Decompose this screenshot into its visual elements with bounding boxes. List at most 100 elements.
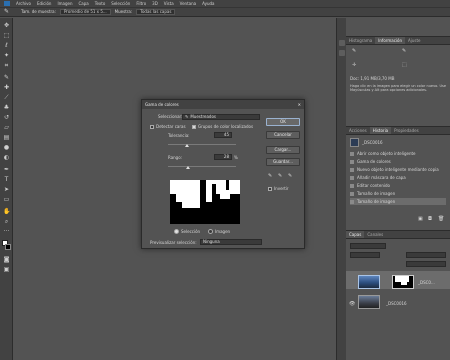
cancel-button[interactable]: Cancelar	[266, 131, 300, 139]
menu-capa[interactable]: Capa	[79, 1, 89, 6]
menu-filtro[interactable]: Filtro	[136, 1, 146, 6]
eyedropper-icon[interactable]: ✎	[268, 174, 272, 179]
eyedropper-minus-icon[interactable]: ✎	[288, 174, 292, 179]
properties-panel-icon[interactable]	[339, 50, 345, 56]
tab-histogram[interactable]: Histograma	[346, 37, 375, 44]
history-item-active[interactable]: Tamaño de imagen	[350, 198, 446, 205]
eyedropper-icon[interactable]: ✎	[4, 9, 9, 15]
tolerance-field[interactable]: 45	[214, 132, 232, 138]
history-snapshot-thumb[interactable]	[350, 138, 359, 147]
gradient-tool-icon[interactable]: ▤	[3, 134, 10, 141]
load-button[interactable]: Cargar...	[266, 146, 300, 154]
image-radio[interactable]	[208, 229, 213, 234]
zoom-tool-icon[interactable]: ⌕	[3, 218, 10, 225]
layer-row-active[interactable]: _DSC0...	[346, 271, 450, 289]
tab-channels[interactable]: Canales	[364, 231, 386, 238]
pen-tool-icon[interactable]: ✒	[3, 166, 10, 173]
menu-texto[interactable]: Texto	[95, 1, 106, 6]
layer-row[interactable]: 👁 _DSC0016	[346, 293, 450, 311]
opacity-field[interactable]	[406, 252, 446, 258]
stamp-tool-icon[interactable]: ♣	[3, 104, 10, 111]
blend-mode-select[interactable]	[350, 252, 380, 258]
detect-faces-checkbox[interactable]	[150, 125, 154, 129]
history-step-icon	[350, 175, 354, 180]
tab-actions[interactable]: Acciones	[346, 127, 370, 134]
lasso-tool-icon[interactable]: ℓ	[3, 42, 10, 49]
localized-clusters-checkbox[interactable]	[192, 125, 196, 129]
dodge-tool-icon[interactable]: ◐	[3, 154, 10, 161]
path-select-icon[interactable]: ➤	[3, 186, 10, 193]
range-slider[interactable]	[168, 166, 236, 167]
tolerance-slider[interactable]	[168, 144, 236, 145]
quick-mask-icon[interactable]: ◙	[3, 256, 10, 263]
camera-icon[interactable]: ◘	[428, 217, 432, 222]
history-item[interactable]: Nuevo objeto inteligente mediante copia	[350, 166, 446, 173]
history-brush-icon[interactable]: ↺	[3, 114, 10, 121]
lock-icons[interactable]	[350, 261, 390, 266]
history-panel-icon[interactable]	[339, 40, 345, 46]
menu-vista[interactable]: Vista	[164, 1, 174, 6]
menu-ayuda[interactable]: Ayuda	[202, 1, 214, 6]
selection-preview[interactable]	[170, 180, 240, 224]
shape-tool-icon[interactable]: ▭	[3, 196, 10, 203]
sample-size-label: Tam. de muestra:	[21, 9, 56, 14]
sample-size-select[interactable]: Promedio de 51 x 5...	[59, 9, 111, 15]
brush-tool-icon[interactable]: ⟋	[3, 94, 10, 101]
tab-history[interactable]: Historia	[369, 127, 392, 134]
type-tool-icon[interactable]: T	[3, 176, 10, 183]
hand-tool-icon[interactable]: ✋	[3, 208, 10, 215]
menu-seleccion[interactable]: Selección	[111, 1, 130, 6]
tab-properties[interactable]: Propiedades	[391, 127, 422, 134]
selection-radio[interactable]	[174, 229, 179, 234]
new-snapshot-icon[interactable]: ▣	[418, 217, 423, 222]
quick-select-tool-icon[interactable]: ✦	[3, 52, 10, 59]
invert-checkbox[interactable]	[268, 187, 272, 191]
history-step-icon	[350, 199, 354, 204]
menu-archivo[interactable]: Archivo	[16, 1, 31, 6]
selection-preview-value: Ninguna	[203, 239, 220, 244]
crop-tool-icon[interactable]: ⌗	[3, 62, 10, 69]
more-tools-icon[interactable]: ···	[3, 228, 10, 235]
eyedropper-plus-icon[interactable]: ✎	[278, 174, 282, 179]
tab-info[interactable]: Información	[375, 37, 405, 44]
range-slider-thumb[interactable]	[186, 166, 190, 169]
tab-adjustments[interactable]: Ajuste	[405, 37, 424, 44]
menu-edicion[interactable]: Edición	[37, 1, 51, 6]
range-field[interactable]: 28	[214, 154, 232, 160]
blur-tool-icon[interactable]: ●	[3, 144, 10, 151]
sample-value: Todas las capas	[140, 9, 172, 14]
crosshair-icon: ✛	[352, 62, 357, 68]
background-color-swatch[interactable]	[5, 244, 11, 250]
trash-icon[interactable]: 🗑	[438, 217, 444, 222]
marquee-tool-icon[interactable]: ⬚	[3, 32, 10, 39]
menu-3d[interactable]: 3D	[152, 1, 158, 6]
dialog-titlebar: Gama de colores ✕	[142, 100, 304, 109]
layer-filter-select[interactable]	[350, 243, 386, 249]
menu-imagen[interactable]: Imagen	[57, 1, 72, 6]
healing-tool-icon[interactable]: ✚	[3, 84, 10, 91]
eraser-tool-icon[interactable]: ▱	[3, 124, 10, 131]
tolerance-slider-thumb[interactable]	[185, 144, 189, 147]
fill-field[interactable]	[406, 261, 446, 267]
history-item[interactable]: Tamaño de imagen	[350, 190, 446, 197]
visibility-eye-icon[interactable]: 👁	[349, 302, 355, 307]
screen-mode-icon[interactable]: ▣	[3, 266, 10, 273]
select-dropdown[interactable]: ✎ Muestreados	[182, 114, 260, 120]
tab-layers[interactable]: Capas	[346, 231, 365, 238]
history-item[interactable]: Añadir máscara de capa	[350, 174, 446, 181]
layers-panel: Capas Canales _DSC0... 👁 _DSC0016	[346, 230, 450, 360]
save-button[interactable]: Guardar...	[266, 158, 300, 166]
move-tool-icon[interactable]: ✥	[3, 22, 10, 29]
dimensions-icon: ⬚	[402, 62, 407, 68]
layer-mask-thumbnail[interactable]	[392, 275, 414, 289]
history-item[interactable]: Editar contenido	[350, 182, 446, 189]
menu-ventana[interactable]: Ventana	[180, 1, 196, 6]
close-icon[interactable]: ✕	[298, 102, 301, 107]
selection-preview-select[interactable]: Ninguna	[200, 239, 262, 245]
history-panel: Acciones Historia Propiedades _DSC0016 A…	[346, 126, 450, 228]
ok-button[interactable]: OK	[266, 118, 300, 126]
history-item[interactable]: Gama de colores	[350, 158, 446, 165]
history-item[interactable]: Abrir como objeto inteligente	[350, 150, 446, 157]
sample-select[interactable]: Todas las capas	[136, 9, 176, 15]
eyedropper-tool-icon[interactable]: ✎	[3, 74, 10, 81]
